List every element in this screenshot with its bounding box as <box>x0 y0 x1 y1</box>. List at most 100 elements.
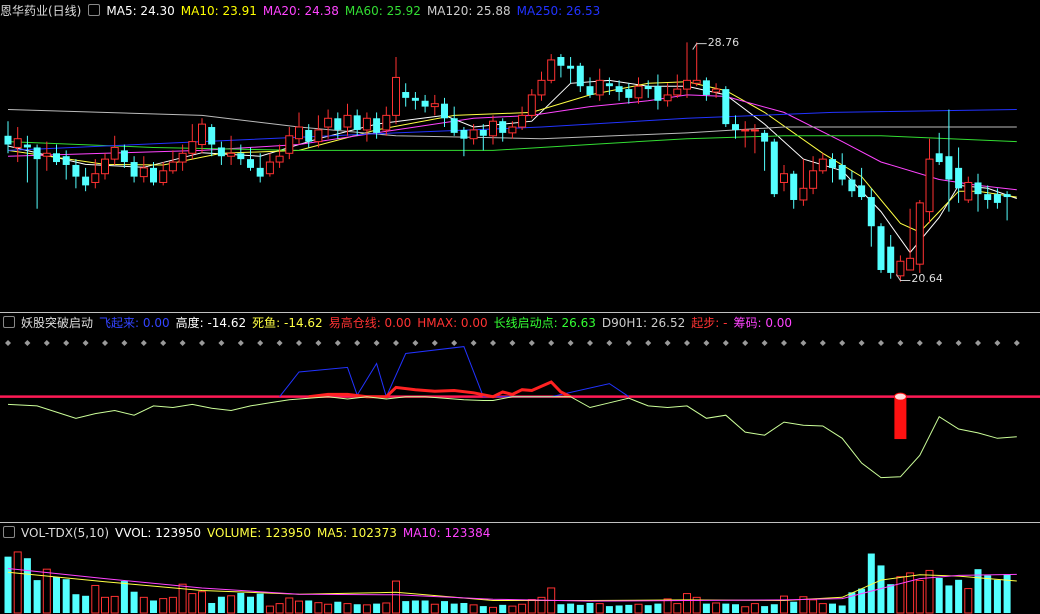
volume-bar <box>732 604 739 613</box>
candle <box>896 255 905 282</box>
marker-dot <box>102 340 108 346</box>
candle <box>654 74 662 110</box>
candle <box>547 54 556 84</box>
candle-body <box>955 167 963 189</box>
price-legend-item: MA5: 24.30 <box>106 4 175 18</box>
candle <box>217 141 225 165</box>
candle <box>247 147 254 171</box>
marker-dot <box>276 340 283 346</box>
candle-body <box>314 129 323 143</box>
volume-bar <box>702 603 710 613</box>
candle-body <box>198 123 206 146</box>
volume-bar <box>984 575 992 613</box>
high-price-pointer <box>692 43 707 50</box>
marker-dot <box>373 340 380 346</box>
volume-bar <box>858 588 866 613</box>
high-price-label: 28.76 <box>707 35 740 49</box>
candle <box>576 62 584 93</box>
candle <box>877 223 885 273</box>
candle <box>809 156 818 195</box>
marker-dot <box>140 340 147 346</box>
marker-dot <box>1013 340 1020 346</box>
volume-bar <box>314 602 323 614</box>
marker-dot <box>393 340 399 346</box>
candle-body <box>256 167 264 177</box>
marker-dot <box>334 340 341 346</box>
candle-body <box>586 86 594 95</box>
candle <box>634 77 643 104</box>
marker-dot <box>354 340 361 346</box>
candle-body <box>935 153 943 163</box>
marker-dot <box>936 340 943 346</box>
volume-bar <box>586 602 594 613</box>
volume-bar <box>780 595 788 614</box>
volume-bar <box>275 603 284 614</box>
marker-dot <box>509 340 516 346</box>
volume-bar <box>353 604 361 613</box>
candle <box>13 127 22 163</box>
marker-dot <box>800 340 807 346</box>
candle-body <box>663 94 672 102</box>
volume-bar <box>13 551 22 614</box>
candle-body <box>567 65 575 69</box>
marker-dot <box>916 340 923 346</box>
chart-title: 恩华药业(日线) <box>0 4 82 18</box>
volume-bar <box>305 600 313 613</box>
settings-icon[interactable] <box>3 526 15 538</box>
settings-icon[interactable] <box>3 316 15 328</box>
marker-dot <box>684 340 690 346</box>
volume-bar <box>72 594 80 613</box>
volume-bar <box>324 603 333 614</box>
marker-dot <box>606 340 613 346</box>
marker-dot <box>781 340 787 346</box>
candle-body <box>4 135 12 145</box>
marker-dot <box>24 340 31 346</box>
settings-icon[interactable] <box>88 4 101 16</box>
volume-bar <box>402 601 410 613</box>
candle <box>741 121 750 148</box>
candle-body <box>780 173 788 183</box>
volume-bar <box>499 604 507 613</box>
candle <box>362 112 371 142</box>
candle-body <box>993 194 1001 203</box>
indicator-legend-item: 高度: -14.62 <box>175 316 247 330</box>
candle-body <box>469 129 478 140</box>
candle <box>663 83 672 107</box>
candle-body <box>906 257 915 271</box>
marker-dot <box>431 340 438 346</box>
price-legend-item: MA60: 25.92 <box>344 4 421 18</box>
volume-bar <box>256 593 264 613</box>
candle-body <box>605 83 613 87</box>
candle <box>314 115 323 148</box>
candle-body <box>62 156 70 165</box>
indicator-legend-item: D90H1: 26.52 <box>601 316 686 330</box>
indicator-legend-item: HMAX: 0.00 <box>417 316 488 330</box>
marker-dot <box>878 340 884 346</box>
candle <box>557 54 565 78</box>
volume-ma-line <box>7 568 1017 602</box>
candle <box>101 153 109 180</box>
volume-bar <box>411 600 419 613</box>
candle-body <box>334 118 342 130</box>
candle <box>722 86 730 128</box>
marker-dot <box>490 340 496 346</box>
candle <box>188 124 197 160</box>
volume-bar <box>595 603 604 614</box>
candle-body <box>770 141 778 195</box>
candle <box>402 83 410 107</box>
candle-body <box>343 114 352 128</box>
candle <box>527 89 536 119</box>
volume-legend-item: MA10: 123384 <box>402 526 491 540</box>
start-signal-bar <box>894 396 907 440</box>
marker-dot <box>761 340 768 346</box>
candle-body <box>130 162 138 177</box>
candle-body <box>411 97 419 101</box>
candle-body <box>188 141 197 154</box>
volume-bar <box>62 579 70 613</box>
volume-bar <box>285 597 294 614</box>
candle-body <box>489 120 497 137</box>
candle <box>906 208 915 271</box>
marker-dot <box>528 340 535 346</box>
candle-body <box>508 126 517 134</box>
volume-bar <box>479 606 487 613</box>
